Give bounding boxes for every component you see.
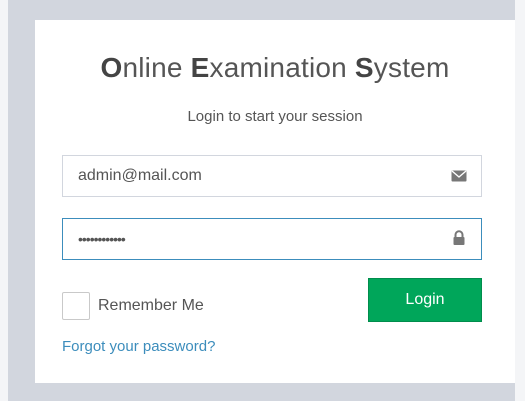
page-edge-right xyxy=(515,0,525,401)
password-input[interactable] xyxy=(63,219,433,259)
email-field-wrapper xyxy=(62,155,482,197)
title-segment: O xyxy=(100,52,123,83)
title-segment: xamination xyxy=(209,52,355,83)
page-edge-left xyxy=(0,0,8,401)
remember-me-label[interactable]: Remember Me xyxy=(98,297,204,315)
title-segment: E xyxy=(190,52,210,83)
login-box: Online Examination System Login to start… xyxy=(35,20,515,383)
email-input[interactable] xyxy=(63,156,433,196)
title-segment: S xyxy=(354,52,374,83)
lock-icon xyxy=(451,230,467,246)
password-field-wrapper xyxy=(62,218,482,260)
forgot-password-link[interactable]: Forgot your password? xyxy=(62,338,215,355)
app-title: Online Examination System xyxy=(35,52,515,84)
envelope-icon xyxy=(451,169,467,183)
login-subtitle: Login to start your session xyxy=(187,108,363,125)
title-segment: ystem xyxy=(373,52,450,83)
title-segment: nline xyxy=(122,52,191,83)
remember-me-checkbox[interactable] xyxy=(62,292,90,320)
login-button[interactable]: Login xyxy=(368,278,482,322)
